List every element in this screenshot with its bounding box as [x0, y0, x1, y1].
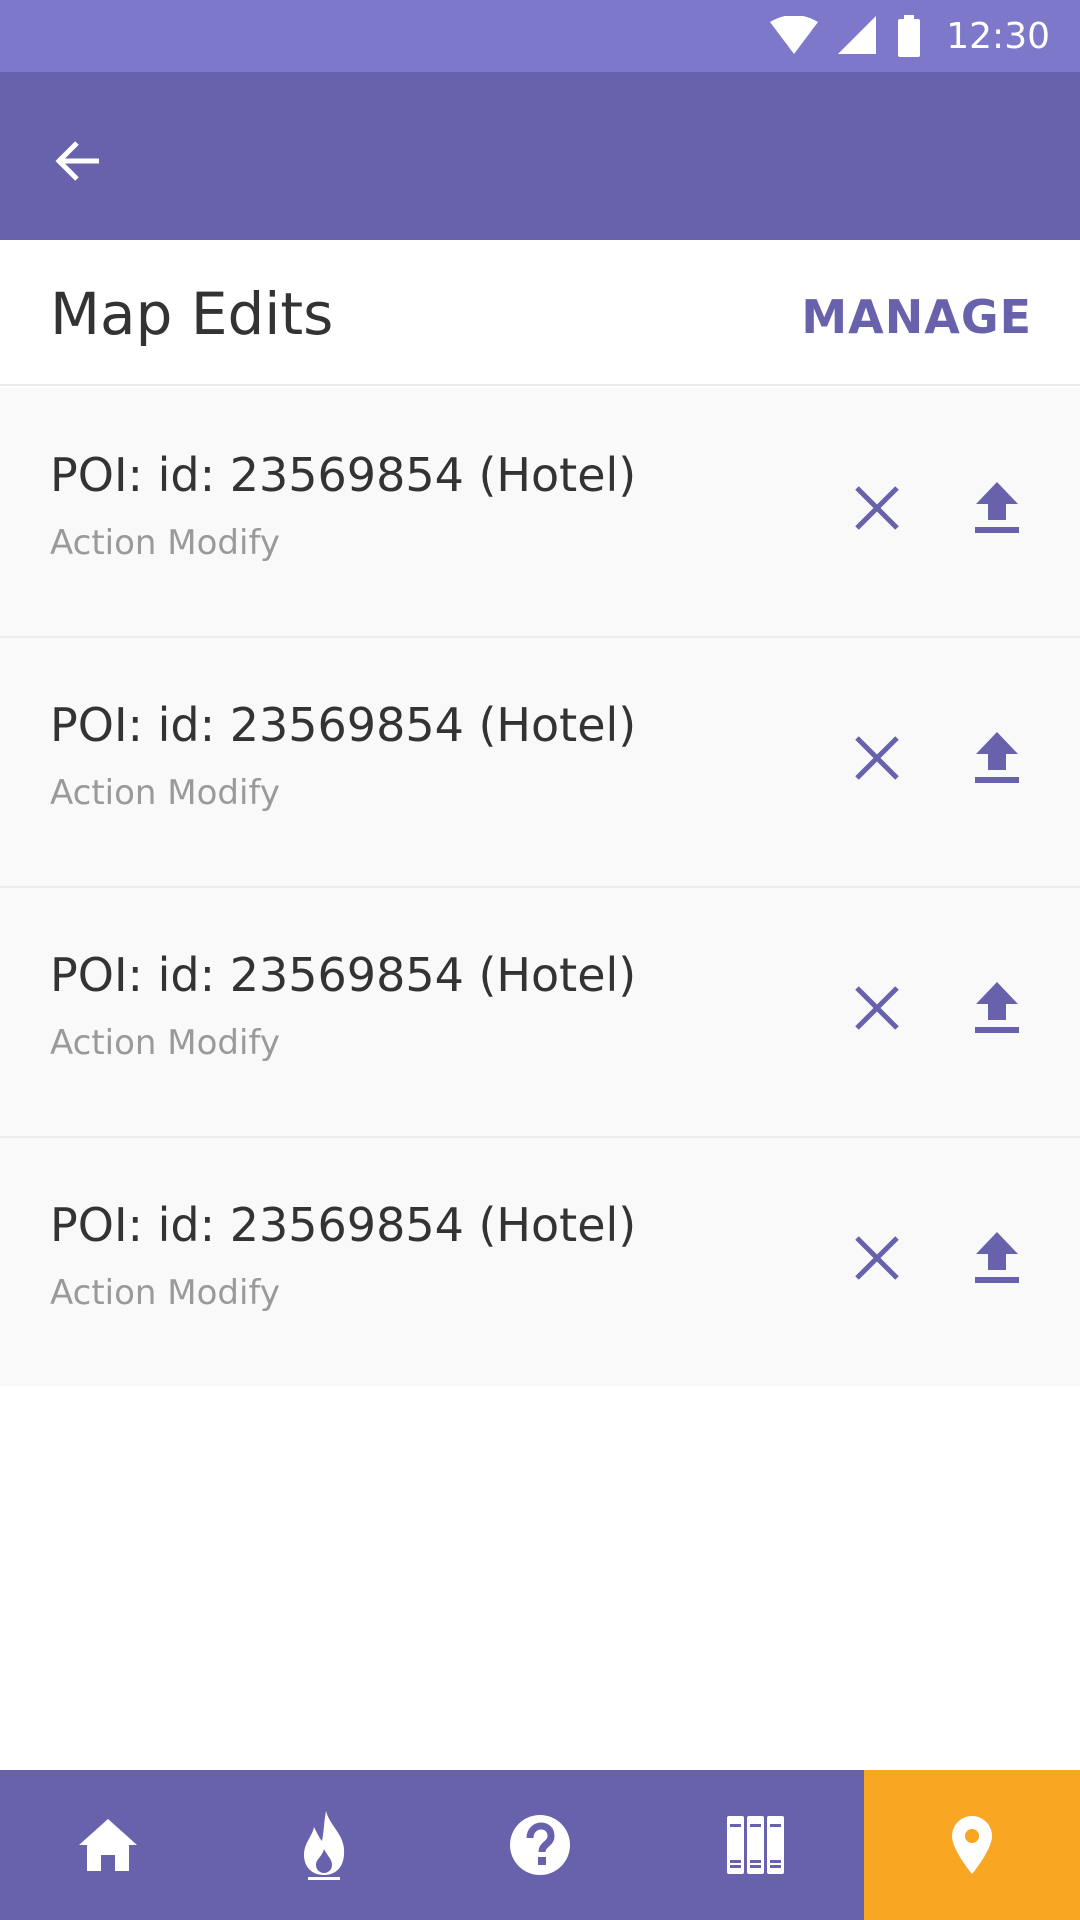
- status-bar: 12:30: [0, 0, 1080, 72]
- help-icon: [510, 1815, 570, 1875]
- nav-library[interactable]: [648, 1770, 864, 1920]
- back-button[interactable]: [32, 116, 122, 206]
- arrow-back-icon: [55, 141, 99, 181]
- nav-map-edits[interactable]: [864, 1770, 1080, 1920]
- nav-home[interactable]: [0, 1770, 216, 1920]
- map-edits-screen: 12:30 Map Edits MANAGE POI: id: 23569854…: [0, 0, 1080, 1920]
- list-item[interactable]: POI: id: 23569854 (Hotel) Action Modify: [0, 388, 1080, 638]
- edit-list: POI: id: 23569854 (Hotel) Action Modify …: [0, 388, 1080, 1386]
- upload-edit-button[interactable]: [957, 718, 1037, 798]
- nav-help[interactable]: [432, 1770, 648, 1920]
- status-time: 12:30: [946, 15, 1050, 57]
- edit-title: POI: id: 23569854 (Hotel): [50, 448, 637, 502]
- books-icon: [727, 1816, 784, 1874]
- home-icon: [79, 1819, 137, 1871]
- edit-subtitle: Action Modify: [50, 1273, 280, 1313]
- list-item[interactable]: POI: id: 23569854 (Hotel) Action Modify: [0, 1138, 1080, 1386]
- signal-icon: [838, 16, 878, 56]
- app-bar: [0, 72, 1080, 240]
- map-pin-icon: [952, 1816, 992, 1874]
- wifi-icon: [770, 16, 819, 56]
- close-icon: [855, 486, 899, 530]
- upload-icon: [975, 732, 1019, 783]
- upload-edit-button[interactable]: [957, 1218, 1037, 1298]
- upload-edit-button[interactable]: [957, 468, 1037, 548]
- upload-edit-button[interactable]: [957, 968, 1037, 1048]
- edit-subtitle: Action Modify: [50, 523, 280, 563]
- list-item[interactable]: POI: id: 23569854 (Hotel) Action Modify: [0, 638, 1080, 888]
- flame-icon: [304, 1811, 345, 1880]
- upload-icon: [975, 482, 1019, 533]
- edit-title: POI: id: 23569854 (Hotel): [50, 1198, 637, 1252]
- edit-subtitle: Action Modify: [50, 1023, 280, 1063]
- battery-icon: [898, 15, 921, 57]
- manage-button[interactable]: MANAGE: [801, 290, 1032, 344]
- discard-edit-button[interactable]: [837, 968, 917, 1048]
- discard-edit-button[interactable]: [837, 468, 917, 548]
- upload-icon: [975, 1232, 1019, 1283]
- page-title: Map Edits: [50, 280, 334, 348]
- edit-title: POI: id: 23569854 (Hotel): [50, 698, 637, 752]
- edit-subtitle: Action Modify: [50, 773, 280, 813]
- section-header: Map Edits MANAGE: [0, 240, 1080, 386]
- list-item[interactable]: POI: id: 23569854 (Hotel) Action Modify: [0, 888, 1080, 1138]
- discard-edit-button[interactable]: [837, 1218, 917, 1298]
- bottom-nav: [0, 1770, 1080, 1920]
- upload-icon: [975, 982, 1019, 1033]
- nav-trending[interactable]: [216, 1770, 432, 1920]
- close-icon: [855, 1236, 899, 1280]
- edit-title: POI: id: 23569854 (Hotel): [50, 948, 637, 1002]
- close-icon: [855, 986, 899, 1030]
- close-icon: [855, 736, 899, 780]
- discard-edit-button[interactable]: [837, 718, 917, 798]
